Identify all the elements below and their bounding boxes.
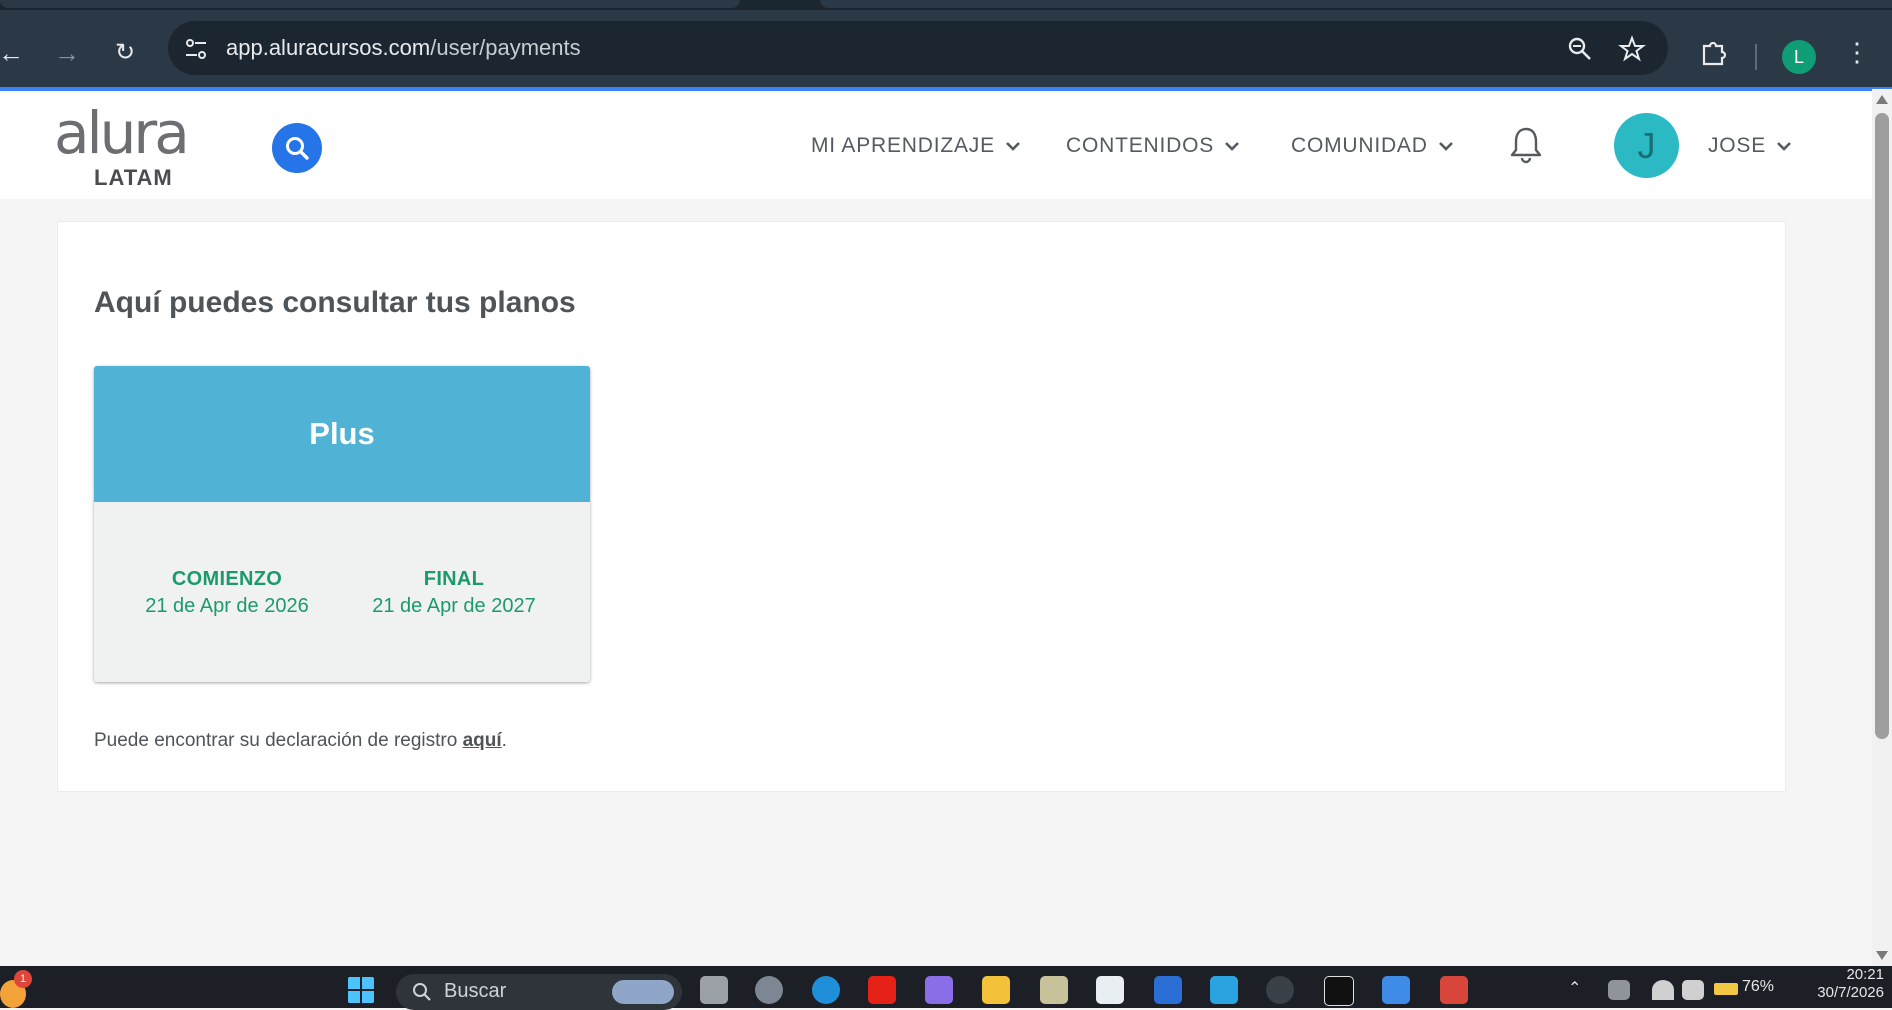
youtube-icon[interactable] (868, 976, 896, 1004)
notification-badge: 1 (14, 970, 32, 988)
taskbar-search-box[interactable]: Buscar (396, 974, 682, 1010)
clock-time: 20:21 (1846, 966, 1884, 983)
zoom-out-icon[interactable] (1566, 35, 1594, 63)
chevron-down-icon (1777, 142, 1791, 152)
site-settings-icon[interactable] (182, 35, 210, 63)
logo-word: alura (54, 99, 190, 167)
taskbar-search-placeholder: Buscar (444, 980, 507, 1002)
chevron-down-icon (1438, 142, 1453, 152)
edge-browser-icon[interactable] (812, 976, 840, 1004)
clock-date: 30/7/2026 (1817, 984, 1884, 1001)
plan-body: COMIENZO 21 de Apr de 2026 FINAL 21 de A… (94, 502, 590, 682)
url-text[interactable]: app.aluracursos.com/user/payments (226, 21, 581, 75)
address-bar[interactable]: app.aluracursos.com/user/payments (168, 21, 1668, 75)
battery-percentage: 76% (1742, 978, 1775, 995)
alura-logo[interactable]: alura LATAM (54, 99, 190, 191)
user-menu[interactable]: JOSE (1708, 131, 1792, 161)
file-explorer-icon[interactable] (982, 976, 1010, 1004)
bookmark-star-icon[interactable] (1618, 35, 1646, 63)
notepad-icon[interactable] (1210, 976, 1238, 1004)
plan-end-label: FINAL (423, 568, 485, 590)
plan-start-date: 21 de Apr de 2026 (145, 595, 309, 617)
browser-tabstrip (0, 0, 1892, 10)
search-button[interactable] (272, 123, 322, 173)
onedrive-icon[interactable] (1608, 980, 1630, 1000)
battery-icon[interactable] (1714, 983, 1738, 995)
menu-label: COMUNIDAD (1291, 134, 1428, 157)
scroll-down-arrow-icon[interactable] (1876, 951, 1888, 960)
chrome-icon[interactable] (1266, 976, 1294, 1004)
intellij-icon[interactable] (1324, 976, 1354, 1006)
tray-chevron-icon[interactable]: ⌃ (1568, 978, 1581, 998)
plan-end: FINAL 21 de Apr de 2027 (344, 568, 564, 618)
chevron-down-icon (1005, 142, 1020, 152)
plan-card: Plus COMIENZO 21 de Apr de 2026 FINAL 21… (94, 366, 590, 682)
user-avatar[interactable]: J (1614, 113, 1679, 178)
url-path: /user/payments (430, 35, 581, 60)
windows-start-icon[interactable] (347, 976, 375, 1004)
payments-card: Aquí puedes consultar tus planos Plus CO… (57, 221, 1786, 792)
wifi-icon[interactable] (1652, 980, 1674, 1000)
reload-icon[interactable]: ↻ (110, 38, 140, 68)
chevron-down-icon (1225, 142, 1239, 152)
browser-tab[interactable] (0, 0, 740, 8)
browser-menu-icon[interactable]: ⋮ (1842, 37, 1872, 67)
search-icon (286, 137, 309, 160)
settings-gear-icon[interactable] (755, 976, 783, 1004)
notifications-bell-icon[interactable] (1508, 125, 1544, 165)
plan-end-date: 21 de Apr de 2027 (372, 595, 536, 617)
footnote-suffix: . (501, 730, 507, 751)
microsoft-store-icon[interactable] (1096, 976, 1124, 1004)
copilot-icon[interactable] (925, 976, 953, 1004)
plan-start-label: COMIENZO (171, 568, 283, 590)
task-view-icon[interactable] (700, 976, 728, 1004)
registration-statement-note: Puede encontrar su declaración de regist… (94, 730, 507, 752)
menu-label: CONTENIDOS (1066, 134, 1215, 157)
taskbar-clock[interactable]: 20:21 30/7/2026 (1792, 966, 1884, 1002)
browser-profile-avatar[interactable]: L (1782, 40, 1816, 74)
windows-taskbar: 1 Buscar ⌃ 76% 20:21 30/7/2026 (0, 966, 1892, 1010)
logo-sub: LATAM (94, 165, 173, 190)
scroll-thumb[interactable] (1875, 113, 1889, 739)
menu-mi-aprendizaje[interactable]: MI APRENDIZAJE (811, 131, 1021, 161)
plan-name: Plus (309, 416, 375, 451)
extensions-icon[interactable] (1696, 34, 1730, 68)
page-scrollbar[interactable] (1872, 89, 1892, 966)
menu-comunidad[interactable]: COMUNIDAD (1291, 131, 1454, 161)
search-icon (413, 983, 431, 1001)
app-icon[interactable] (1040, 976, 1068, 1004)
outlook-icon[interactable] (1154, 976, 1182, 1004)
username-label: JOSE (1708, 134, 1767, 157)
search-highlight-image (612, 980, 674, 1004)
menu-contenidos[interactable]: CONTENIDOS (1066, 131, 1240, 161)
footnote-text: Puede encontrar su declaración de regist… (94, 730, 463, 751)
back-icon[interactable]: ← (0, 38, 26, 68)
page-title: Aquí puedes consultar tus planos (94, 286, 576, 319)
toolbar-separator (1755, 44, 1757, 70)
site-header: alura LATAM MI APRENDIZAJE CONTENIDOS CO… (0, 91, 1872, 199)
gmail-icon[interactable] (1440, 976, 1468, 1004)
forward-icon[interactable]: → (52, 38, 82, 68)
registration-statement-link[interactable]: aquí (463, 730, 502, 751)
browser-toolbar: ← → ↻ app.aluracursos.com/user/payments … (0, 10, 1892, 89)
url-host: app.aluracursos.com (226, 35, 431, 60)
plan-start: COMIENZO 21 de Apr de 2026 (117, 568, 337, 618)
gemini-icon[interactable] (1382, 976, 1410, 1004)
browser-tab-active[interactable] (820, 0, 1892, 8)
menu-label: MI APRENDIZAJE (811, 134, 995, 157)
scroll-up-arrow-icon[interactable] (1876, 95, 1888, 104)
volume-icon[interactable] (1682, 980, 1704, 1000)
plan-header: Plus (94, 366, 590, 502)
